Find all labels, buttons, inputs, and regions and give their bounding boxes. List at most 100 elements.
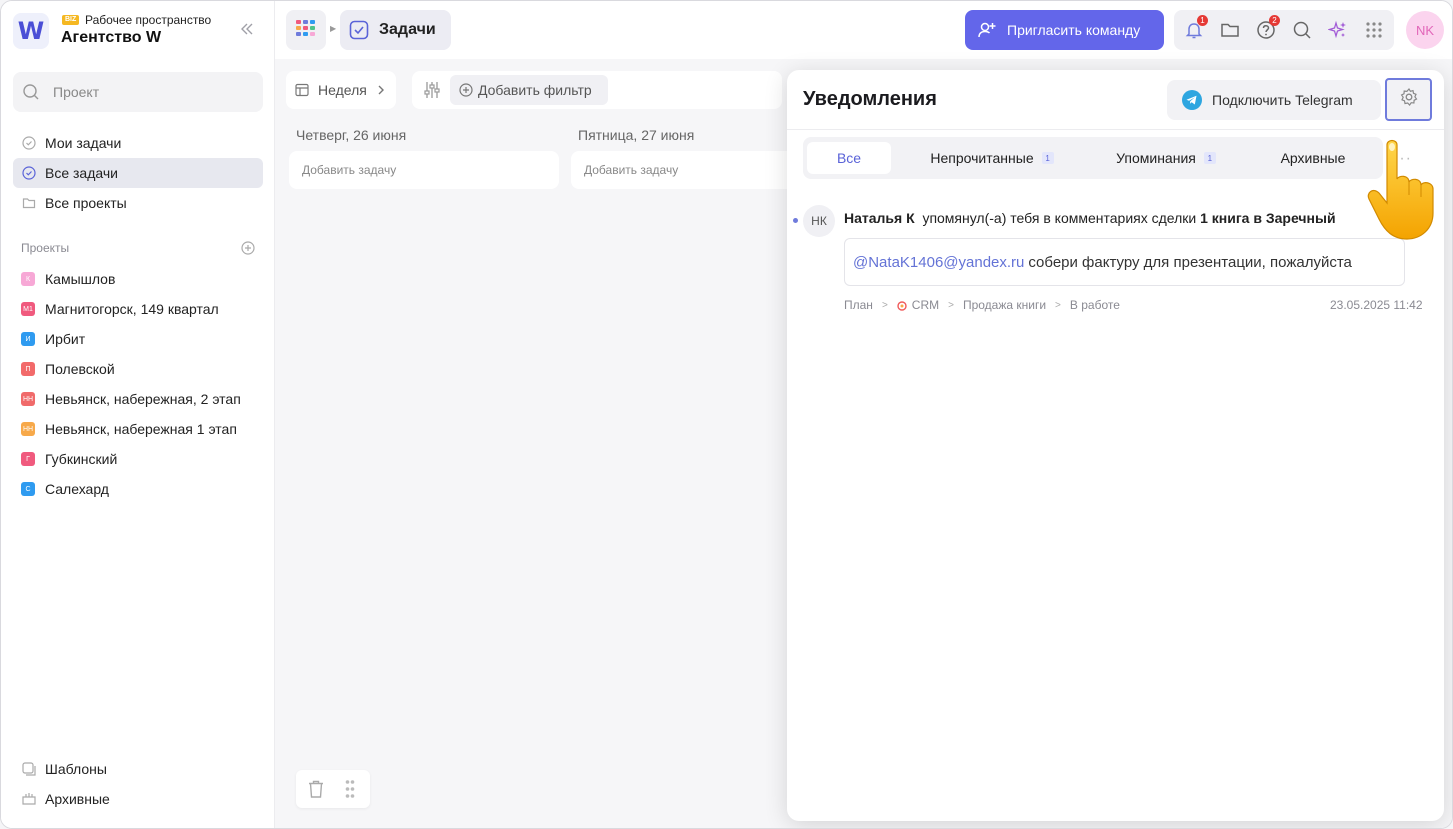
- deal-link[interactable]: 1 книга в Заречный: [1200, 210, 1335, 226]
- help-icon[interactable]: 2: [1256, 15, 1280, 40]
- notification-timestamp: 23.05.2025 11:42: [1330, 298, 1423, 312]
- project-color-badge: К: [21, 272, 35, 286]
- folder-icon: [21, 195, 37, 211]
- project-item[interactable]: С Салехард: [13, 474, 263, 504]
- nav-templates[interactable]: Шаблоны: [13, 754, 263, 784]
- filter-bar: Добавить фильтр: [412, 71, 782, 109]
- project-color-badge: НН: [21, 422, 35, 436]
- sidebar: W BIZ Рабочее пространство Агентство W М…: [1, 1, 275, 828]
- workspace-header[interactable]: W BIZ Рабочее пространство Агентство W: [13, 13, 263, 49]
- workspace-name: Агентство W: [61, 29, 162, 46]
- project-label: Полевской: [45, 361, 115, 377]
- invite-team-label: Пригласить команду: [1007, 22, 1141, 38]
- help-count-badge: 2: [1269, 15, 1280, 26]
- check-circle-icon: [21, 165, 37, 181]
- nav-my-tasks[interactable]: Мои задачи: [13, 128, 263, 158]
- apps-dots-icon[interactable]: [1364, 20, 1384, 40]
- project-label: Невьянск, набережная 1 этап: [45, 421, 237, 437]
- workspace-plan-badge: BIZ: [62, 15, 80, 25]
- sliders-icon[interactable]: [422, 80, 442, 100]
- calendar-table-icon: [295, 83, 309, 97]
- nav-label: Архивные: [45, 791, 110, 807]
- author-name: Наталья К: [844, 210, 915, 226]
- project-label: Невьянск, набережная, 2 этап: [45, 391, 241, 407]
- page-title[interactable]: Задачи: [340, 10, 451, 50]
- add-filter-button[interactable]: Добавить фильтр: [450, 75, 608, 105]
- project-item[interactable]: НН Невьянск, набережная, 2 этап: [13, 384, 263, 414]
- nav-archive[interactable]: Архивные: [13, 784, 263, 814]
- project-item[interactable]: И Ирбит: [13, 324, 263, 354]
- search-icon: [22, 83, 40, 101]
- comment-text: собери фактуру для презентации, пожалуйс…: [1028, 253, 1352, 271]
- bell-icon[interactable]: 1: [1184, 15, 1208, 40]
- page-title-label: Задачи: [379, 21, 436, 38]
- workspace-logo: W: [13, 13, 49, 49]
- folder-icon[interactable]: [1220, 20, 1240, 40]
- breadcrumb-item[interactable]: CRM: [912, 298, 939, 312]
- drag-handle-icon[interactable]: [345, 779, 355, 804]
- apps-grid-icon: [296, 19, 316, 41]
- tab-mentions[interactable]: Упоминания 1: [1091, 142, 1241, 174]
- project-color-badge: С: [21, 482, 35, 496]
- project-color-badge: П: [21, 362, 35, 376]
- pointing-hand-icon: [1363, 137, 1443, 243]
- project-item[interactable]: М1 Магнитогорск, 149 квартал: [13, 294, 263, 324]
- tab-label: Непрочитанные: [930, 150, 1034, 166]
- tab-unread[interactable]: Непрочитанные 1: [907, 142, 1077, 174]
- collapse-sidebar-icon[interactable]: [239, 21, 259, 41]
- period-label: Неделя: [318, 82, 367, 98]
- tab-archived[interactable]: Архивные: [1253, 142, 1373, 174]
- author-avatar: НК: [803, 205, 835, 237]
- comment-quote: @NataK1406@yandex.ru собери фактуру для …: [844, 238, 1405, 286]
- notification-settings-button[interactable]: [1385, 78, 1432, 121]
- project-label: Салехард: [45, 481, 109, 497]
- panel-title: Уведомления: [803, 88, 937, 110]
- breadcrumb-item[interactable]: Продажа книги: [963, 298, 1046, 312]
- project-item[interactable]: НН Невьянск, набережная 1 этап: [13, 414, 263, 444]
- tab-label: Все: [836, 150, 862, 166]
- project-label: Ирбит: [45, 331, 86, 347]
- tab-label: Упоминания: [1116, 150, 1196, 166]
- connect-telegram-button[interactable]: Подключить Telegram: [1167, 80, 1381, 120]
- tab-label: Архивные: [1280, 150, 1346, 166]
- mention-link[interactable]: @NataK1406@yandex.ru: [853, 254, 1024, 271]
- add-task-button[interactable]: Добавить задачу: [289, 151, 559, 189]
- breadcrumb: План > CRM > Продажа книги > В работе: [844, 298, 1120, 312]
- add-filter-label: Добавить фильтр: [478, 82, 592, 98]
- project-label: Магнитогорск, 149 квартал: [45, 301, 219, 317]
- apps-button[interactable]: [286, 10, 326, 50]
- project-search[interactable]: [13, 72, 263, 112]
- plus-circle-icon: [459, 83, 473, 97]
- top-bar: ▶ Задачи Пригласить команду 1 2 NK: [275, 1, 1452, 59]
- connect-telegram-label: Подключить Telegram: [1212, 92, 1353, 108]
- day-title: Четверг, 26 июня: [296, 127, 407, 143]
- drag-drop-toolbar: [296, 770, 370, 808]
- app-window: W BIZ Рабочее пространство Агентство W М…: [0, 0, 1453, 829]
- nav-all-projects[interactable]: Все проекты: [13, 188, 263, 218]
- breadcrumb-item[interactable]: План: [844, 298, 873, 312]
- search-icon[interactable]: [1292, 20, 1312, 40]
- project-item[interactable]: К Камышлов: [13, 264, 263, 294]
- ai-sparkles-icon[interactable]: [1327, 20, 1348, 40]
- tasks-check-icon: [349, 20, 369, 40]
- tab-count-badge: 1: [1203, 152, 1216, 164]
- templates-icon: [21, 761, 37, 777]
- project-item[interactable]: П Полевской: [13, 354, 263, 384]
- crm-icon: [897, 300, 907, 311]
- tab-all[interactable]: Все: [807, 142, 891, 174]
- trash-icon[interactable]: [307, 779, 325, 804]
- project-item[interactable]: Г Губкинский: [13, 444, 263, 474]
- add-project-icon[interactable]: [240, 240, 256, 256]
- project-color-badge: Г: [21, 452, 35, 466]
- search-input[interactable]: [53, 82, 253, 102]
- project-color-badge: НН: [21, 392, 35, 406]
- invite-team-button[interactable]: Пригласить команду: [965, 10, 1164, 50]
- user-avatar[interactable]: NK: [1406, 11, 1444, 49]
- period-selector[interactable]: Неделя: [286, 71, 396, 109]
- nav-label: Все проекты: [45, 195, 127, 211]
- projects-section-title: Проекты: [21, 241, 70, 255]
- breadcrumb-item[interactable]: В работе: [1070, 298, 1120, 312]
- nav-all-tasks[interactable]: Все задачи: [13, 158, 263, 188]
- notification-count-badge: 1: [1197, 15, 1208, 26]
- add-user-icon: [977, 20, 997, 40]
